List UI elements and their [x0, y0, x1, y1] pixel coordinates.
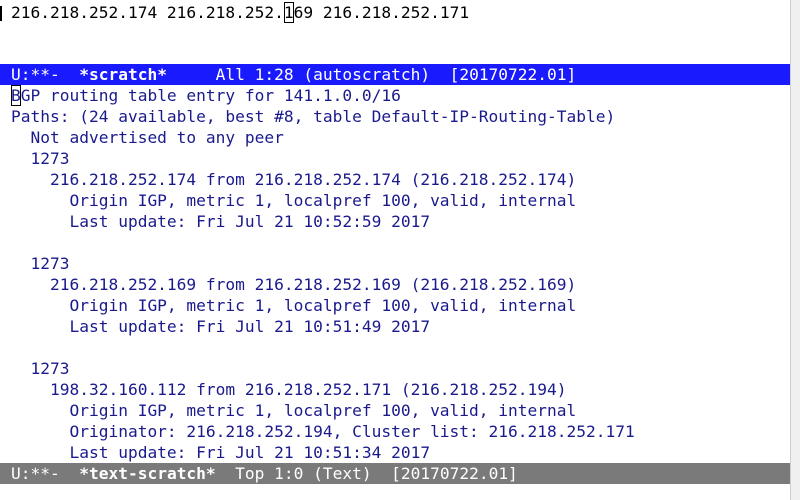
- buffer-line[interactable]: Origin IGP, metric 1, localpref 100, val…: [11, 400, 576, 421]
- scratch-buffer-pane[interactable]: 216.218.252.174 216.218.252.169 216.218.…: [0, 0, 790, 64]
- buffer-line[interactable]: 198.32.160.112 from 216.218.252.171 (216…: [11, 379, 567, 400]
- buffer-line[interactable]: Origin IGP, metric 1, localpref 100, val…: [11, 190, 576, 211]
- minibuffer[interactable]: [0, 484, 790, 500]
- window-edge: [790, 0, 800, 500]
- scratch-buffer-line[interactable]: 216.218.252.174 216.218.252.169 216.218.…: [11, 2, 469, 23]
- fringe-marker: [0, 6, 2, 21]
- text-scratch-buffer-pane[interactable]: BGP routing table entry for 141.1.0.0/16…: [0, 85, 790, 463]
- buffer-line[interactable]: BGP routing table entry for 141.1.0.0/16: [11, 85, 401, 106]
- buffer-line[interactable]: Originator: 216.218.252.194, Cluster lis…: [11, 421, 634, 442]
- modeline-buffer-name[interactable]: *text-scratch*: [79, 464, 215, 483]
- modeline-buffer-name[interactable]: *scratch*: [79, 65, 167, 84]
- buffer-line[interactable]: Last update: Fri Jul 21 10:52:59 2017: [11, 211, 430, 232]
- buffer-line[interactable]: 1273: [11, 253, 69, 274]
- scratch-line-text-before: 216.218.252.174 216.218.252.: [11, 3, 284, 22]
- buffer-line[interactable]: 216.218.252.169 from 216.218.252.169 (21…: [11, 274, 576, 295]
- modeline-scratch[interactable]: U:**- *scratch* All 1:28 (autoscratch) […: [0, 64, 790, 85]
- modeline-text-scratch[interactable]: U:**- *text-scratch* Top 1:0 (Text) [201…: [0, 463, 790, 484]
- buffer-line[interactable]: Not advertised to any peer: [11, 127, 283, 148]
- buffer-line-text: GP routing table entry for 141.1.0.0/16: [20, 86, 401, 105]
- modeline-position-mode: Top 1:0 (Text) [20170722.01]: [215, 464, 518, 483]
- text-cursor: 1: [283, 2, 294, 23]
- buffer-line[interactable]: Paths: (24 available, best #8, table Def…: [11, 106, 615, 127]
- modeline-position-mode: All 1:28 (autoscratch) [20170722.01]: [166, 65, 577, 84]
- buffer-line[interactable]: 1273: [11, 358, 69, 379]
- scratch-line-text-after: 69 216.218.252.171: [293, 3, 470, 22]
- modeline-status: U:**-: [11, 65, 80, 84]
- text-cursor: B: [11, 85, 21, 106]
- buffer-line[interactable]: Last update: Fri Jul 21 10:51:34 2017: [11, 442, 430, 463]
- modeline-status: U:**-: [11, 464, 80, 483]
- buffer-line[interactable]: Origin IGP, metric 1, localpref 100, val…: [11, 295, 576, 316]
- buffer-line[interactable]: Last update: Fri Jul 21 10:51:49 2017: [11, 316, 430, 337]
- buffer-line[interactable]: 1273: [11, 148, 69, 169]
- buffer-line[interactable]: 216.218.252.174 from 216.218.252.174 (21…: [11, 169, 576, 190]
